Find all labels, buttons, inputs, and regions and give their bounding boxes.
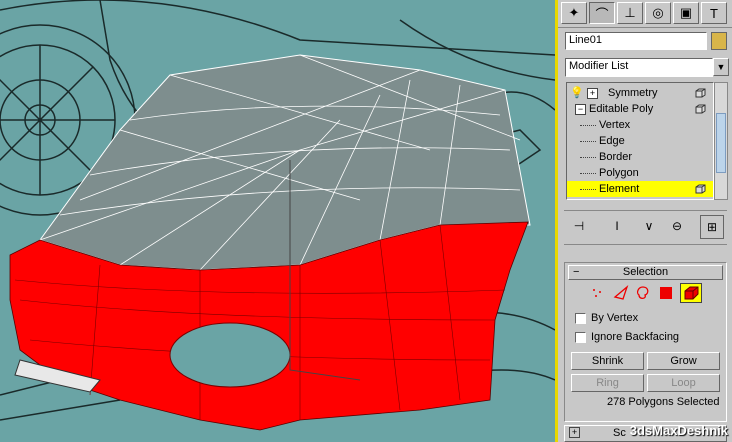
- modifier-list-arrow-icon[interactable]: ▼: [713, 58, 729, 76]
- loop-button[interactable]: Loop: [647, 374, 720, 392]
- configure-sets-icon[interactable]: ⊞: [700, 215, 724, 239]
- motion-tab-icon[interactable]: ◎: [645, 2, 671, 24]
- stack-item-label: Editable Poly: [589, 103, 654, 115]
- edge-mode-icon[interactable]: [613, 285, 629, 301]
- scrollbar-thumb[interactable]: [716, 113, 726, 173]
- display-tab-icon[interactable]: ▣: [673, 2, 699, 24]
- selection-rollout-header[interactable]: − Selection: [568, 265, 723, 280]
- stack-item-label: Element: [599, 183, 640, 195]
- element-mode-icon[interactable]: [680, 283, 702, 303]
- selection-rollout: − Selection By Vertex Ignore Backfacing …: [564, 262, 727, 422]
- command-panel-tabs: ✦ ⌒ ⊥ ◎ ▣ T: [558, 0, 732, 28]
- by-vertex-checkbox[interactable]: [575, 313, 586, 324]
- show-end-result-icon[interactable]: Ι: [606, 215, 628, 237]
- stack-item-label: Symmetry: [608, 87, 658, 99]
- expand-icon[interactable]: +: [569, 427, 580, 438]
- stack-item-border[interactable]: Border: [567, 149, 713, 165]
- stack-item-vertex[interactable]: Vertex: [567, 117, 713, 133]
- polygon-mode-icon[interactable]: [659, 286, 673, 300]
- stack-item-label: Vertex: [599, 119, 631, 131]
- grow-button[interactable]: Grow: [647, 352, 720, 370]
- make-unique-icon[interactable]: ∨: [638, 215, 660, 237]
- modifier-stack-scrollbar[interactable]: [714, 82, 728, 200]
- modifier-list-dropdown[interactable]: Modifier List: [565, 58, 713, 77]
- pin-cube-icon[interactable]: [695, 104, 706, 114]
- pin-stack-icon[interactable]: ⊣: [568, 215, 590, 237]
- create-tab-icon[interactable]: ✦: [561, 2, 587, 24]
- collapse-icon[interactable]: −: [575, 104, 586, 115]
- ring-button[interactable]: Ring: [571, 374, 644, 392]
- pin-cube-icon[interactable]: [695, 88, 706, 98]
- by-vertex-label: By Vertex: [591, 312, 639, 324]
- stack-item-edge[interactable]: Edge: [567, 133, 713, 149]
- stack-item-element[interactable]: Element: [567, 181, 713, 197]
- border-mode-icon[interactable]: [635, 285, 651, 301]
- stack-item-polygon[interactable]: Polygon: [567, 165, 713, 181]
- utilities-tab-icon[interactable]: T: [701, 2, 727, 24]
- selection-status-text: 278 Polygons Selected: [607, 396, 720, 408]
- rollout-title: Selection: [622, 266, 669, 278]
- stack-item-label: Edge: [599, 135, 625, 147]
- viewport-scene: [0, 0, 555, 431]
- modify-tab-icon[interactable]: ⌒: [589, 2, 615, 24]
- stack-item-editable-poly[interactable]: − Editable Poly: [567, 101, 713, 117]
- perspective-viewport[interactable]: [0, 0, 555, 442]
- lightbulb-icon[interactable]: 💡: [570, 85, 584, 101]
- object-color-swatch[interactable]: [711, 32, 727, 50]
- stack-item-label: Border: [599, 151, 633, 163]
- object-name-field[interactable]: Line01: [565, 32, 707, 50]
- remove-modifier-icon[interactable]: ⊖: [666, 215, 688, 237]
- ignore-backfacing-label: Ignore Backfacing: [591, 331, 680, 343]
- command-panel: ✦ ⌒ ⊥ ◎ ▣ T Line01 Modifier List ▼ 💡 + S…: [558, 0, 732, 442]
- expand-icon[interactable]: +: [587, 88, 598, 99]
- stack-item-symmetry[interactable]: 💡 + Symmetry: [567, 85, 713, 101]
- hierarchy-tab-icon[interactable]: ⊥: [617, 2, 643, 24]
- pin-cube-icon[interactable]: [695, 184, 706, 194]
- stack-item-label: Polygon: [599, 167, 639, 179]
- shrink-button[interactable]: Shrink: [571, 352, 644, 370]
- rollout-title: Sc: [613, 427, 626, 439]
- ignore-backfacing-checkbox[interactable]: [575, 332, 586, 343]
- watermark: 3dsMaxDeshnik: [629, 423, 728, 438]
- vertex-mode-icon[interactable]: [591, 287, 603, 299]
- collapse-icon[interactable]: −: [573, 266, 579, 279]
- modifier-stack: 💡 + Symmetry − Editable Poly Vertex Edge…: [566, 82, 714, 200]
